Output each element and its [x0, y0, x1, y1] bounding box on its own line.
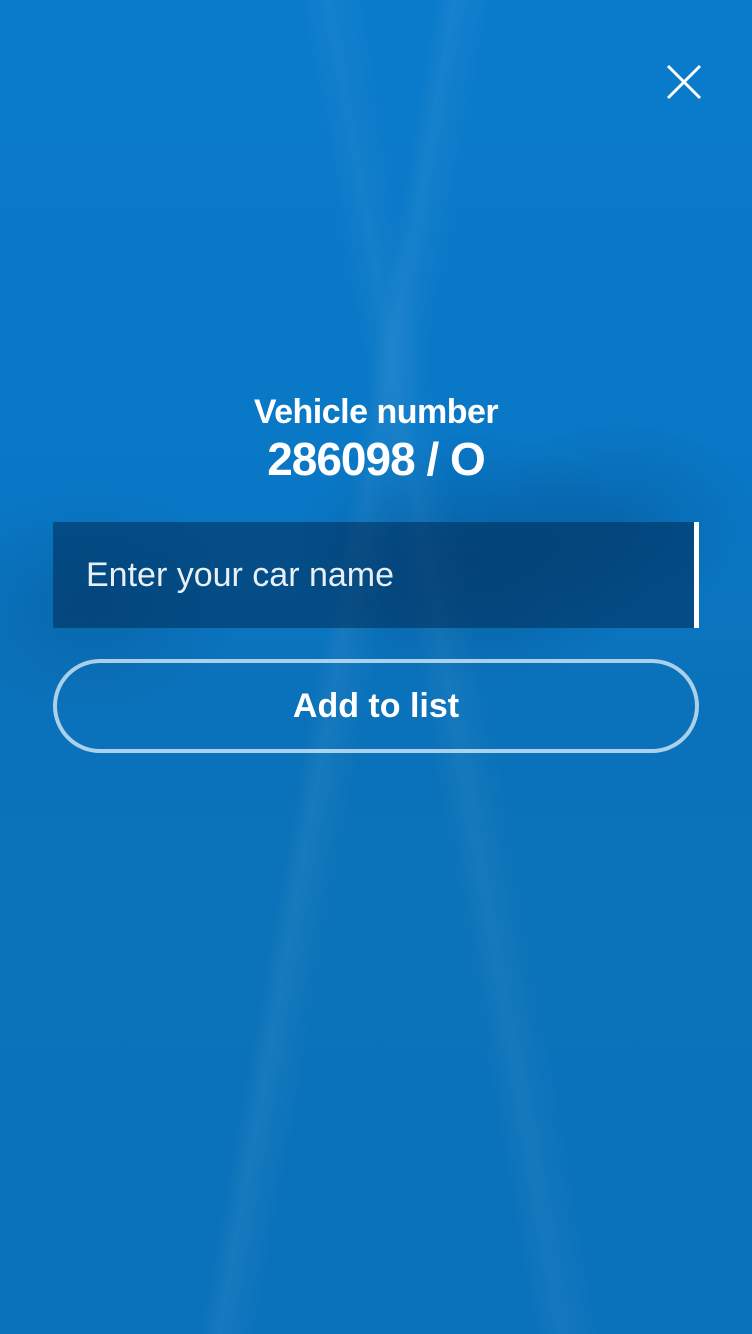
add-to-list-button[interactable]: Add to list — [53, 659, 699, 753]
vehicle-number-label: Vehicle number — [253, 393, 499, 431]
vehicle-number-value: 286098 / O — [267, 433, 486, 485]
car-name-input[interactable] — [53, 522, 699, 628]
close-icon — [666, 64, 702, 100]
text-cursor — [694, 522, 699, 628]
vehicle-info: Vehicle number 286098 / O — [0, 392, 752, 484]
close-button[interactable] — [660, 58, 708, 106]
car-name-field[interactable] — [53, 522, 699, 628]
